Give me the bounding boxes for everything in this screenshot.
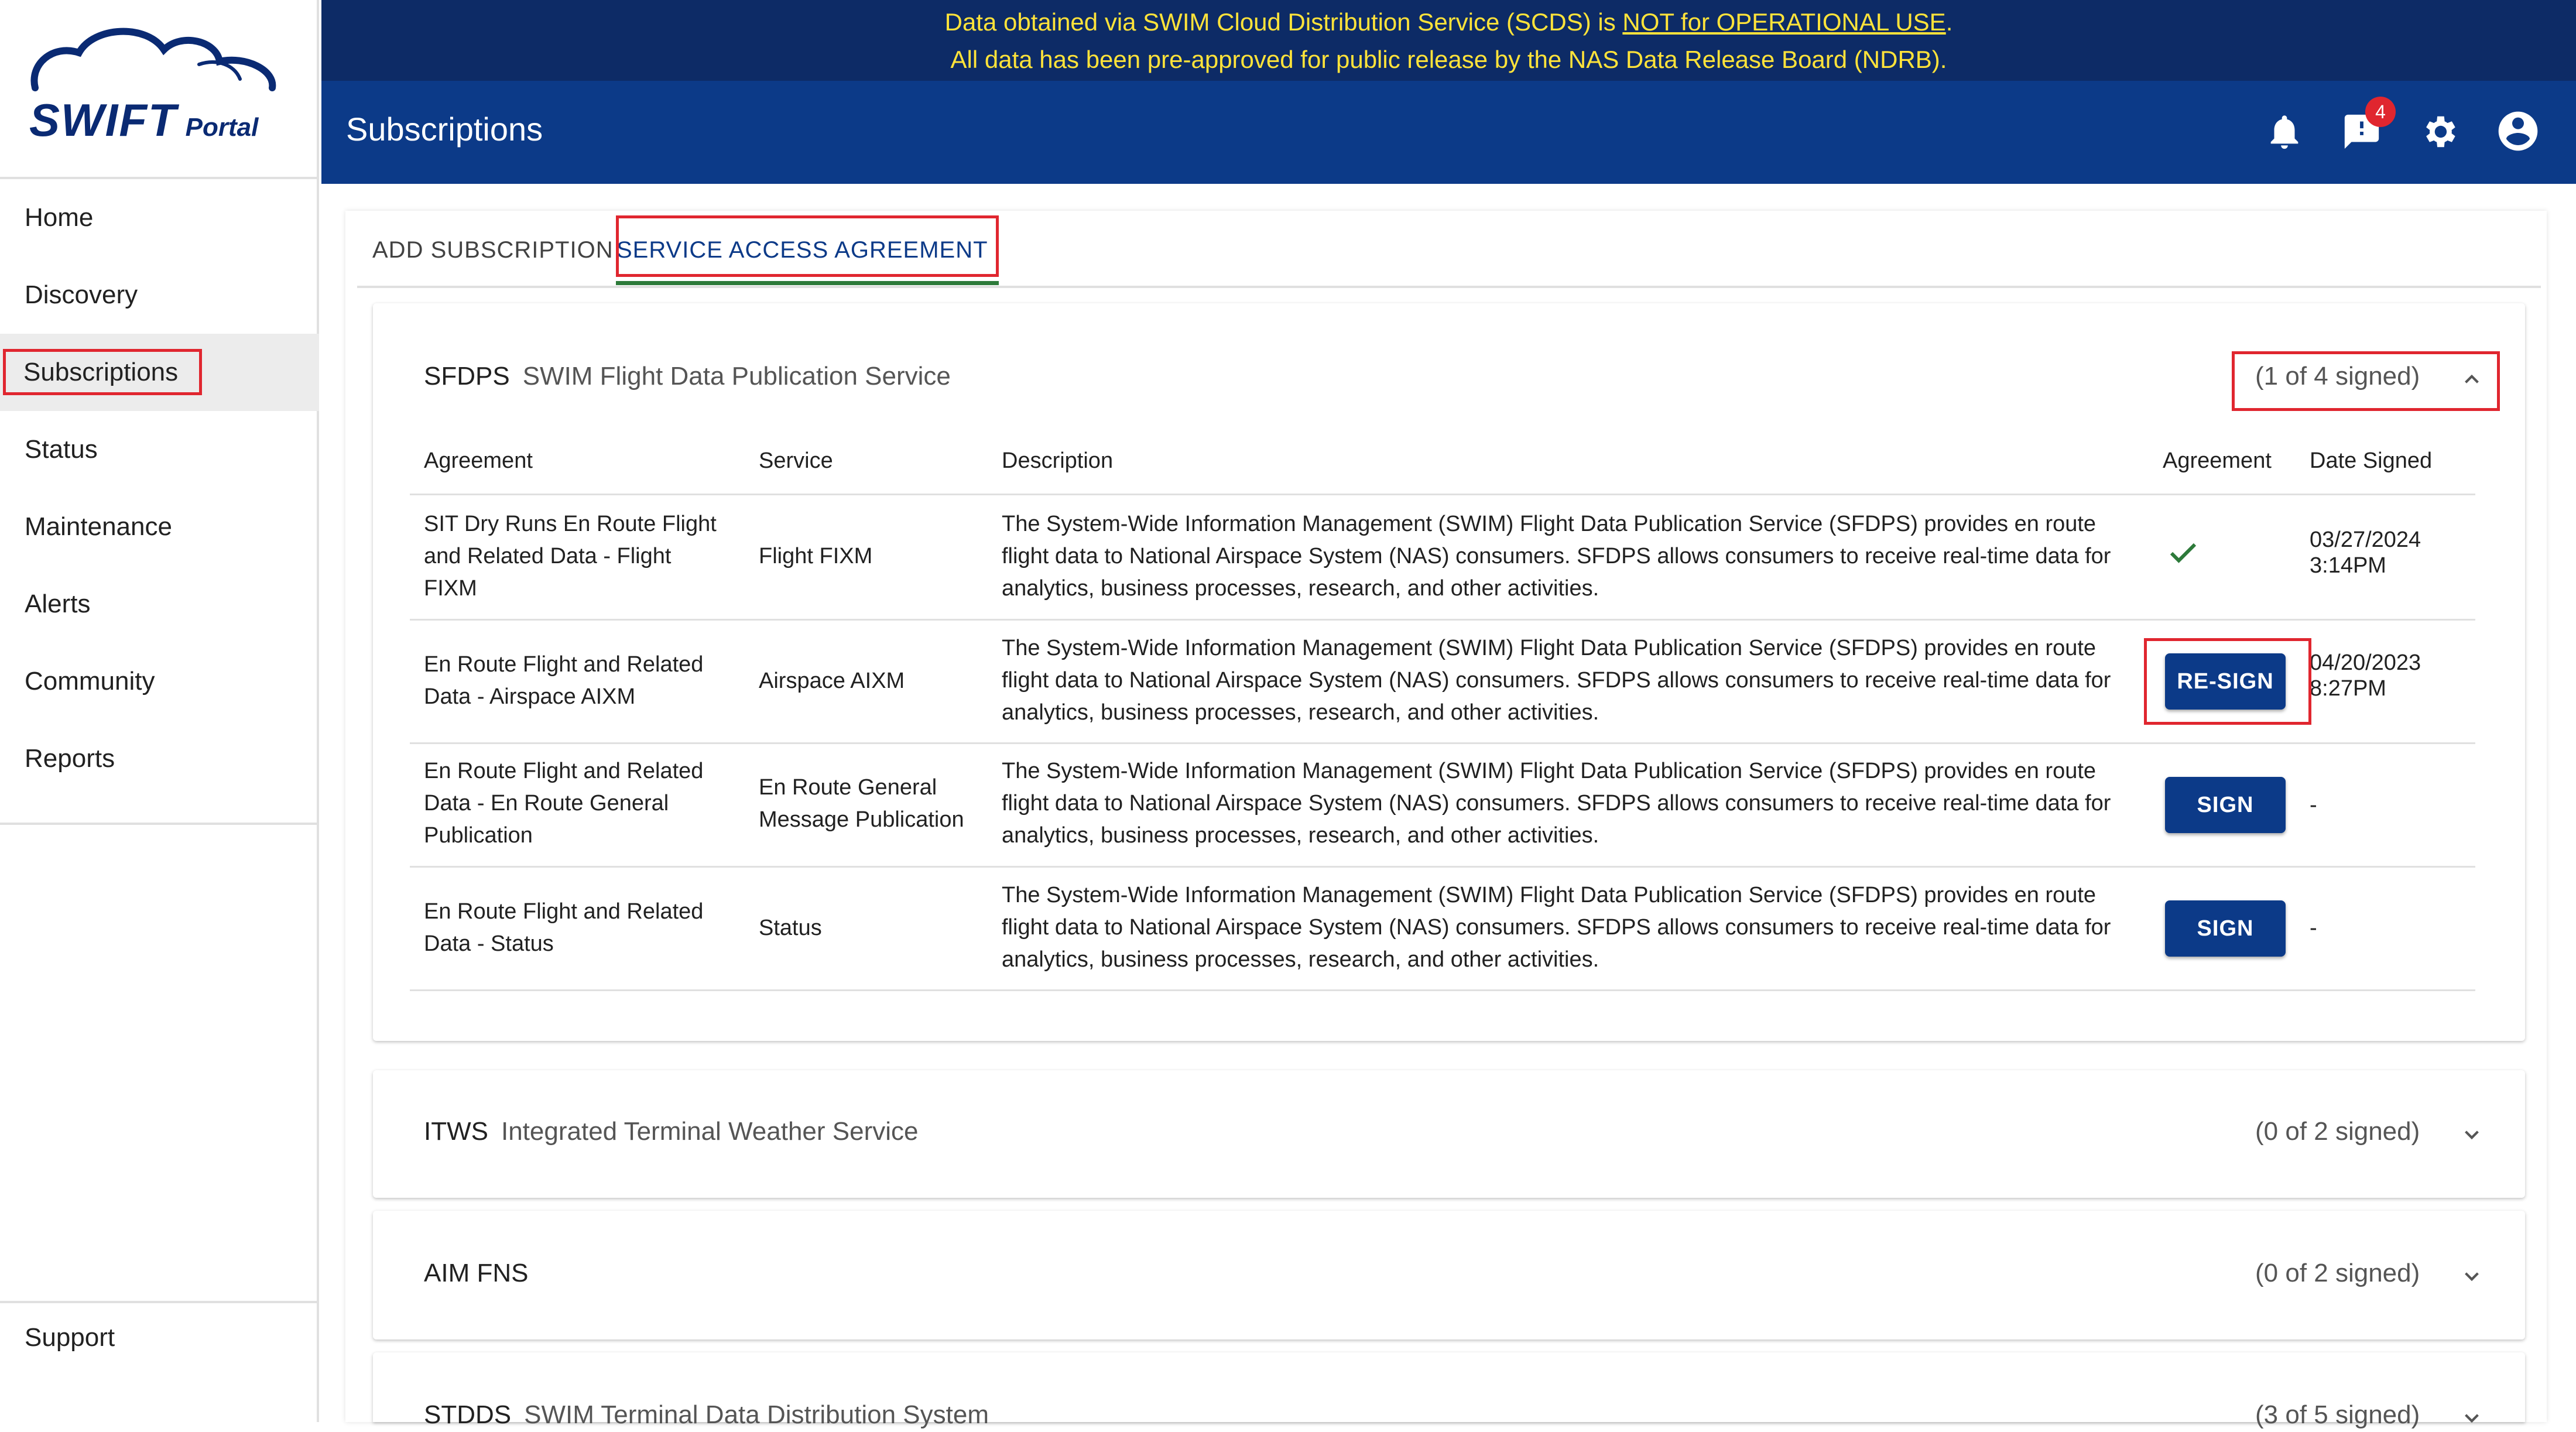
panel-stdds[interactable]: STDDS SWIM Terminal Data Distribution Sys…	[373, 1352, 2525, 1429]
account-icon[interactable]	[2495, 108, 2541, 155]
gear-icon[interactable]	[2419, 111, 2459, 152]
banner-text: .	[1945, 8, 1953, 36]
divider	[410, 866, 2475, 868]
operational-use-link[interactable]: NOT for OPERATIONAL USE	[1622, 8, 1945, 36]
sidebar-item-label: Discovery	[25, 280, 138, 309]
service-code: AIM FNS	[424, 1259, 529, 1287]
disclaimer-banner: Data obtained via SWIM Cloud Distributio…	[321, 0, 2576, 81]
tab-add-subscription[interactable]: ADD SUBSCRIPTION	[372, 214, 614, 286]
sidebar-item-home[interactable]: Home	[0, 179, 319, 256]
agreement-name: En Route Flight and Related Data - Airsp…	[424, 652, 704, 709]
description: The System-Wide Information Management (…	[1002, 883, 2111, 972]
sidebar-item-support[interactable]: Support	[25, 1323, 115, 1352]
sidebar-item-label: Alerts	[25, 590, 91, 618]
sidebar-nav: Home Discovery Subscriptions Status Main…	[0, 179, 319, 797]
bell-icon[interactable]	[2264, 111, 2305, 152]
service-name: En Route General Message Publication	[759, 775, 964, 832]
column-header-date-signed: Date Signed	[2310, 448, 2433, 473]
sign-button[interactable]: SIGN	[2165, 900, 2286, 957]
signed-count: (0 of 2 signed)	[2255, 1117, 2420, 1146]
divider	[410, 989, 2475, 991]
sidebar-item-alerts[interactable]: Alerts	[0, 566, 319, 643]
sidebar-item-subscriptions[interactable]: Subscriptions	[0, 334, 319, 411]
active-tab-indicator	[616, 281, 999, 285]
description: The System-Wide Information Management (…	[1002, 759, 2111, 848]
date-signed: -	[2310, 793, 2317, 817]
column-header-agreement: Agreement	[424, 448, 533, 473]
chevron-down-icon[interactable]	[2457, 1119, 2486, 1149]
highlight-box	[2232, 351, 2500, 411]
panel-header: ITWS Integrated Terminal Weather Service	[424, 1117, 919, 1146]
date-text: 03/27/2024	[2310, 527, 2421, 552]
agreement-name: En Route Flight and Related Data - En Ro…	[424, 759, 704, 848]
agreement-name: SIT Dry Runs En Route Flight and Related…	[424, 512, 717, 601]
check-icon	[2170, 543, 2197, 563]
panel-header: STDDS SWIM Terminal Data Distribution Sys…	[424, 1400, 989, 1430]
sidebar: SWIFT Portal Home Discovery Subscriptions…	[0, 0, 319, 1422]
service-name: Status	[759, 916, 822, 940]
panel-itws[interactable]: ITWS Integrated Terminal Weather Service …	[373, 1070, 2525, 1198]
service-code: STDDS	[424, 1400, 512, 1429]
logo-text: SWIFT Portal	[29, 94, 259, 146]
panel-header[interactable]: SFDPS SWIM Flight Data Publication Servic…	[424, 362, 951, 391]
sidebar-item-label: Community	[25, 667, 155, 696]
date-signed: 04/20/2023 8:27PM	[2310, 650, 2421, 701]
panel-header: AIM FNS	[424, 1259, 541, 1288]
column-header-agreement-status: Agreement	[2163, 448, 2272, 473]
divider	[410, 619, 2475, 621]
service-code: ITWS	[424, 1117, 488, 1146]
service-name: SWIM Terminal Data Distribution System	[524, 1400, 989, 1429]
service-name: Flight FIXM	[759, 544, 873, 568]
chevron-down-icon[interactable]	[2457, 1403, 2486, 1432]
banner-text: Data obtained via SWIM Cloud Distributio…	[944, 8, 1623, 36]
date-signed: -	[2310, 916, 2317, 940]
divider	[0, 823, 319, 825]
column-header-service: Service	[759, 448, 833, 473]
divider	[0, 1301, 319, 1303]
message-count-badge: 4	[2365, 97, 2396, 127]
divider	[410, 742, 2475, 744]
date-signed: 03/27/2024 3:14PM	[2310, 527, 2421, 578]
description: The System-Wide Information Management (…	[1002, 512, 2111, 601]
sidebar-item-community[interactable]: Community	[0, 643, 319, 720]
time-text: 8:27PM	[2310, 676, 2386, 701]
highlight-box	[2144, 638, 2311, 725]
page-title: Subscriptions	[346, 111, 543, 148]
highlight-box	[616, 215, 999, 277]
divider	[410, 494, 2475, 495]
sidebar-item-status[interactable]: Status	[0, 411, 319, 488]
column-header-description: Description	[1002, 448, 1114, 473]
service-name: SWIM Flight Data Publication Service	[522, 362, 951, 390]
date-text: 04/20/2023	[2310, 650, 2421, 675]
agreement-name: En Route Flight and Related Data - Statu…	[424, 899, 704, 956]
signed-count: (0 of 2 signed)	[2255, 1259, 2420, 1287]
sign-button[interactable]: SIGN	[2165, 777, 2286, 833]
service-name: Airspace AIXM	[759, 669, 905, 693]
panel-aim-fns[interactable]: AIM FNS (0 of 2 signed)	[373, 1211, 2525, 1339]
sidebar-item-label: Home	[25, 203, 94, 232]
sidebar-item-label: Subscriptions	[2, 349, 203, 395]
sidebar-item-label: Maintenance	[25, 512, 172, 541]
time-text: 3:14PM	[2310, 553, 2386, 578]
cloud-logo-icon	[30, 28, 276, 91]
banner-text: All data has been pre-approved for publi…	[950, 46, 1947, 73]
app-bar: Subscriptions	[321, 81, 2576, 184]
sidebar-item-label: Reports	[25, 744, 115, 773]
signed-count: (3 of 5 signed)	[2255, 1400, 2420, 1429]
service-code: SFDPS	[424, 362, 510, 390]
sidebar-item-reports[interactable]: Reports	[0, 720, 319, 797]
logo[interactable]: SWIFT Portal	[0, 0, 319, 179]
description: The System-Wide Information Management (…	[1002, 636, 2111, 725]
chevron-down-icon[interactable]	[2457, 1261, 2486, 1290]
sidebar-item-discovery[interactable]: Discovery	[0, 256, 319, 334]
service-name: Integrated Terminal Weather Service	[501, 1117, 919, 1146]
sidebar-item-maintenance[interactable]: Maintenance	[0, 488, 319, 566]
sidebar-item-label: Status	[25, 435, 98, 464]
